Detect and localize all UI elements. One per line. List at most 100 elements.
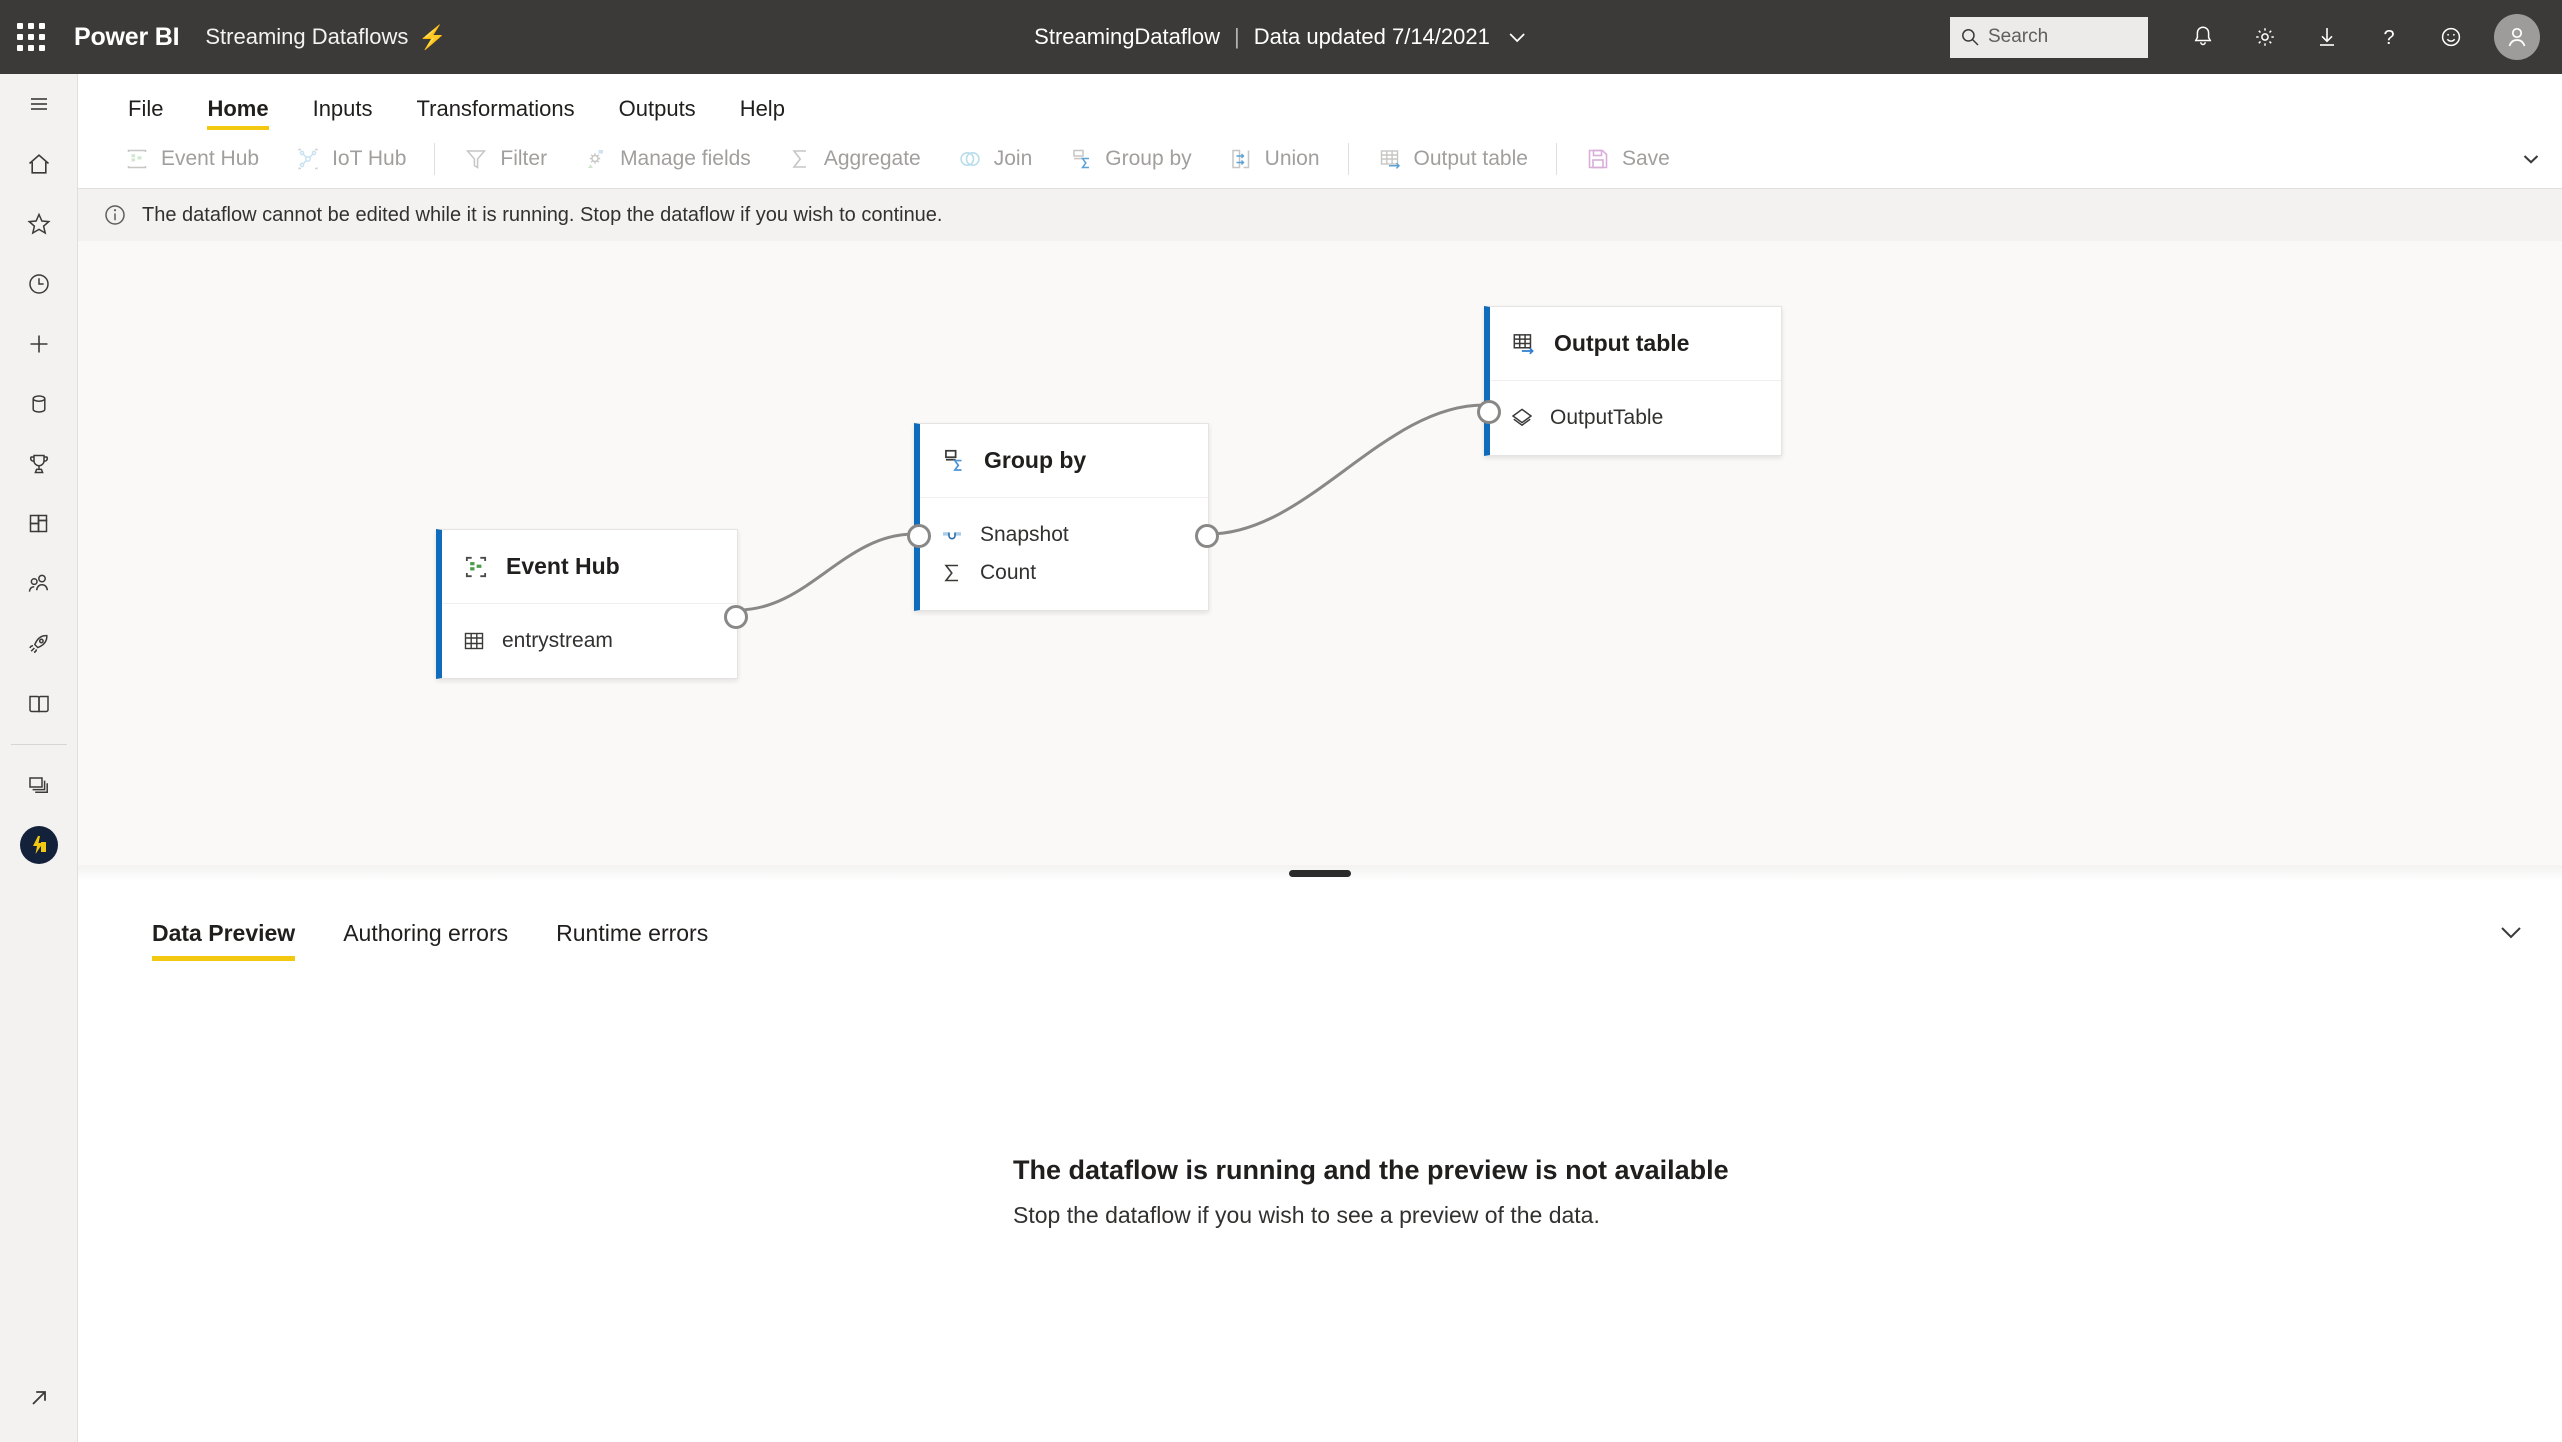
- toolbar-separator-2: [1347, 143, 1349, 175]
- download-icon: [2320, 28, 2334, 46]
- toolbar-save-button[interactable]: Save: [1567, 137, 1688, 181]
- dataflow-title-group: StreamingDataflow | Data updated 7/14/20…: [1034, 24, 1528, 50]
- info-message-bar: The dataflow cannot be edited while it i…: [78, 189, 2562, 241]
- shared-people-icon: [28, 574, 49, 592]
- node-output-port[interactable]: [1195, 524, 1219, 548]
- sidebar-item-workspaces[interactable]: [0, 755, 78, 815]
- user-avatar[interactable]: [2494, 14, 2540, 60]
- sidebar-item-datahub[interactable]: [0, 374, 78, 434]
- toolbar-output-table-label: Output table: [1413, 147, 1528, 170]
- open-external-button[interactable]: [0, 1368, 78, 1428]
- node-title-label: Group by: [984, 447, 1087, 473]
- search-placeholder: Search: [1988, 26, 2049, 47]
- sidebar-item-learn[interactable]: [0, 674, 78, 734]
- node-title-label: Event Hub: [506, 553, 620, 579]
- sidebar-item-shared[interactable]: [0, 554, 78, 614]
- tab-outputs[interactable]: Outputs: [597, 98, 718, 130]
- canvas-node-event-hub[interactable]: Event Hub entrystream: [436, 529, 748, 679]
- tab-transformations[interactable]: Transformations: [395, 98, 597, 130]
- sidebar-item-apps[interactable]: [0, 494, 78, 554]
- toolbar-manage-fields-label: Manage fields: [620, 147, 751, 170]
- toolbar-iot-hub-button[interactable]: IoT Hub: [277, 137, 424, 181]
- node-row[interactable]: Snapshot: [920, 516, 1208, 554]
- toolbar-output-table-button[interactable]: Output table: [1359, 137, 1546, 181]
- help-button[interactable]: ?: [2358, 0, 2420, 74]
- node-input-port[interactable]: [907, 524, 931, 548]
- tab-home[interactable]: Home: [185, 98, 290, 130]
- ribbon: File Home Inputs Transformations Outputs…: [78, 74, 2562, 189]
- rail-divider: [10, 744, 67, 745]
- node-row-label: entrystream: [502, 629, 613, 652]
- download-button[interactable]: [2296, 0, 2358, 74]
- node-header: Output table: [1490, 307, 1781, 381]
- title-chevron-down-icon[interactable]: [1506, 26, 1528, 48]
- data-updated-label: Data updated 7/14/2021: [1253, 24, 1490, 49]
- tab-authoring-errors[interactable]: Authoring errors: [319, 920, 532, 961]
- top-app-bar: Power BI Streaming Dataflows ⚡ Streaming…: [0, 0, 2562, 74]
- search-icon: [1962, 29, 1979, 46]
- canvas-node-group-by[interactable]: Group by Snapshot Count: [907, 423, 1219, 611]
- iot-hub-icon: [298, 148, 318, 170]
- toolbar-join-button[interactable]: Join: [939, 137, 1051, 181]
- sidebar-item-recent[interactable]: [0, 254, 78, 314]
- bottom-panel-collapse-chevron-down-icon[interactable]: [2496, 917, 2526, 947]
- node-row-label: Snapshot: [980, 523, 1069, 546]
- sidebar-item-create[interactable]: [0, 314, 78, 374]
- node-title-label: Output table: [1554, 330, 1690, 356]
- canvas-node-output-table[interactable]: Output table OutputTable: [1477, 306, 1782, 456]
- toolbar-join-label: Join: [993, 147, 1033, 170]
- node-body: entrystream: [442, 604, 737, 678]
- group-by-icon: [945, 449, 962, 471]
- toolbar-manage-fields-button[interactable]: Manage fields: [565, 137, 769, 181]
- node-output-port[interactable]: [724, 605, 748, 629]
- toolbar-separator-3: [1555, 143, 1557, 175]
- toolbar-event-hub-button[interactable]: Event Hub: [106, 137, 277, 181]
- node-header: Group by: [920, 424, 1208, 498]
- powerbi-brand[interactable]: Power BI: [74, 23, 180, 52]
- feedback-button[interactable]: [2420, 0, 2482, 74]
- favorites-star-icon: [27, 212, 51, 235]
- toolbar-group-by-button[interactable]: Group by: [1050, 137, 1209, 181]
- tab-help[interactable]: Help: [718, 98, 807, 130]
- toolbar-filter-button[interactable]: Filter: [445, 137, 565, 181]
- panel-resize-grip[interactable]: [1289, 869, 1351, 877]
- node-row[interactable]: Count: [920, 554, 1208, 592]
- sidebar-item-navigation[interactable]: [0, 74, 78, 134]
- datahub-cylinder-icon: [32, 395, 46, 413]
- settings-button[interactable]: [2234, 0, 2296, 74]
- search-input[interactable]: Search: [1950, 16, 2148, 58]
- tab-inputs[interactable]: Inputs: [291, 98, 395, 130]
- join-venn-icon: [960, 152, 980, 166]
- toolbar-iot-hub-label: IoT Hub: [332, 147, 407, 170]
- toolbar-aggregate-button[interactable]: Aggregate: [769, 137, 939, 181]
- sidebar-item-home[interactable]: [0, 134, 78, 194]
- app-name-label: Streaming Dataflows: [205, 24, 409, 49]
- toolbar-union-button[interactable]: Union: [1210, 137, 1338, 181]
- notifications-button[interactable]: [2172, 0, 2234, 74]
- dataflow-canvas[interactable]: Event Hub entrystream Group by Snapshot …: [78, 241, 2562, 865]
- topbar-actions: Search ?: [1950, 0, 2548, 74]
- node-input-port[interactable]: [1477, 400, 1501, 424]
- streaming-bolt-icon: ⚡: [418, 23, 447, 50]
- sidebar-item-goals[interactable]: [0, 434, 78, 494]
- toolbar-separator-1: [434, 143, 436, 175]
- event-hub-icon: [465, 556, 487, 577]
- sidebar-item-deployment-pipelines[interactable]: [0, 614, 78, 674]
- group-by-icon: [1073, 149, 1090, 169]
- tab-file[interactable]: File: [106, 98, 185, 130]
- ribbon-expand-chevron-down-icon[interactable]: [2520, 148, 2542, 170]
- sidebar-item-favorites[interactable]: [0, 194, 78, 254]
- app-launcher-button[interactable]: [0, 0, 62, 74]
- notifications-icon: [2194, 26, 2212, 46]
- preview-empty-state: The dataflow is running and the preview …: [1013, 1155, 1913, 1229]
- panel-splitter[interactable]: [78, 865, 2562, 881]
- tab-runtime-errors[interactable]: Runtime errors: [532, 920, 732, 961]
- node-row[interactable]: OutputTable: [1490, 399, 1781, 437]
- node-row[interactable]: entrystream: [442, 622, 737, 660]
- node-row-label: Count: [980, 561, 1037, 584]
- output-table-icon: [1513, 333, 1534, 354]
- tab-data-preview[interactable]: Data Preview: [128, 920, 319, 961]
- open-external-arrow-icon: [32, 1391, 46, 1405]
- deployment-rocket-icon: [29, 634, 48, 654]
- sidebar-item-current-workspace[interactable]: [0, 815, 78, 875]
